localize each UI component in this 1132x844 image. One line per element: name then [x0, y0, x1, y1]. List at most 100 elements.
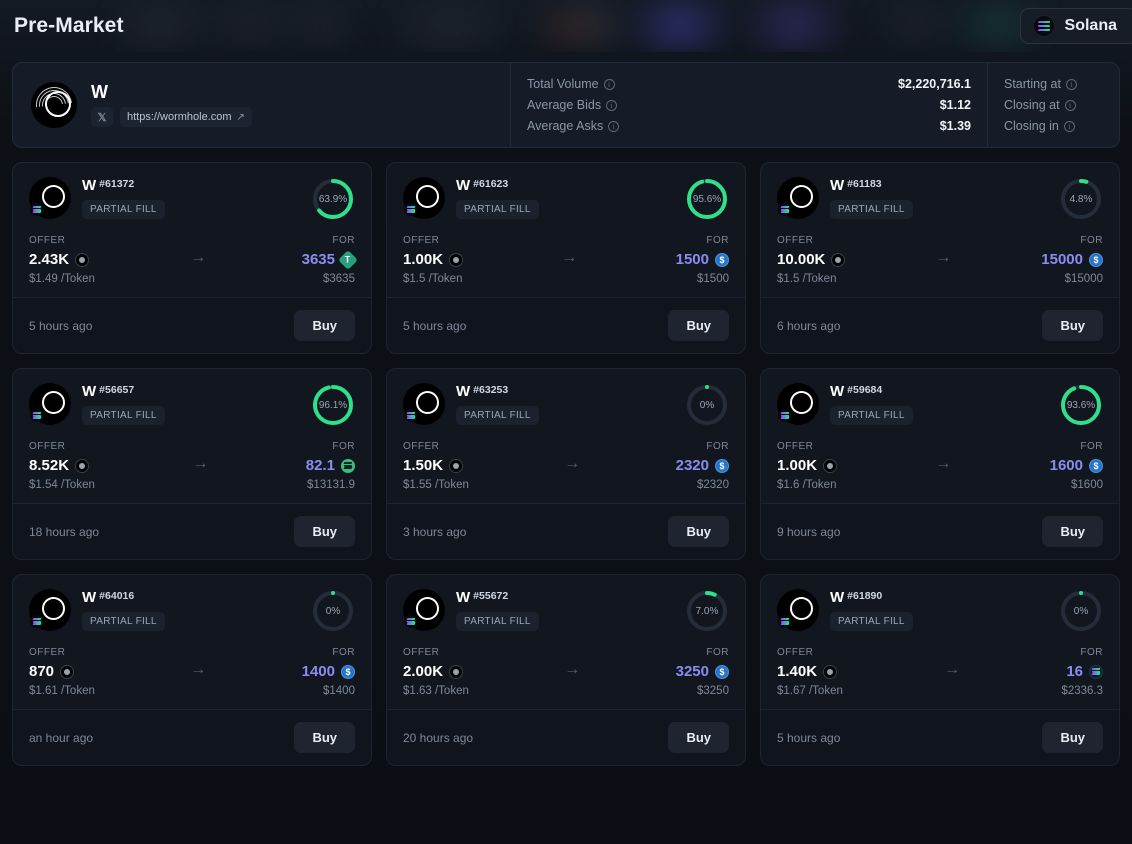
order-trade-row: OFFER 870 $1.61 /Token → FOR 1400 $ $140…: [29, 647, 355, 697]
usdc-coin-icon: $: [714, 664, 729, 679]
order-card-header: W #61183 PARTIAL FILL 4.8%: [777, 177, 1103, 221]
for-amount: 16: [1066, 663, 1083, 680]
order-card-footer: 5 hours ago Buy: [13, 297, 371, 353]
offer-label: OFFER: [29, 647, 66, 658]
offer-amount-line: 10.00K: [777, 251, 846, 268]
buy-button[interactable]: Buy: [1042, 722, 1103, 753]
offer-amount: 2.43K: [29, 251, 70, 268]
order-identity: W #56657: [82, 383, 300, 400]
fill-progress-ring: 63.9%: [311, 177, 355, 221]
solana-badge-icon: [778, 203, 791, 216]
x-twitter-icon[interactable]: 𝕏: [91, 107, 113, 127]
order-id: #61183: [847, 178, 882, 190]
for-side: FOR 16 $2336.3: [1061, 647, 1103, 697]
order-trade-row: OFFER 1.50K $1.55 /Token → FOR 2320 $ $2…: [403, 441, 729, 491]
for-amount-line: 1600 $: [1050, 457, 1103, 474]
stat-label-total-volume: Total Volume: [527, 77, 599, 91]
buy-button[interactable]: Buy: [1042, 516, 1103, 547]
arrow-right-icon: →: [944, 661, 961, 678]
order-timestamp: 9 hours ago: [777, 524, 841, 539]
order-timestamp: 3 hours ago: [403, 524, 467, 539]
for-total-price: $13131.9: [307, 479, 355, 491]
solana-badge-icon: [404, 615, 417, 628]
offer-side: OFFER 8.52K $1.54 /Token: [29, 441, 95, 491]
buy-button[interactable]: Buy: [294, 310, 355, 341]
order-card[interactable]: W #59684 PARTIAL FILL 93.6% OFFER 1.00K: [760, 368, 1120, 560]
offer-label: OFFER: [403, 235, 440, 246]
order-token-symbol: W: [82, 383, 97, 400]
order-card-footer: 6 hours ago Buy: [761, 297, 1119, 353]
chain-selector-label: Solana: [1064, 17, 1117, 34]
info-icon[interactable]: i: [608, 120, 620, 132]
page-title: Pre-Market: [14, 14, 124, 37]
fill-progress-label: 96.1%: [318, 399, 348, 411]
buy-button[interactable]: Buy: [668, 516, 729, 547]
info-icon[interactable]: i: [603, 78, 615, 90]
for-amount-line: 15000 $: [1041, 251, 1103, 268]
token-website-link[interactable]: https://wormhole.com ↗: [120, 107, 252, 127]
order-card-footer: an hour ago Buy: [13, 709, 371, 765]
arrow-right-icon: →: [935, 455, 952, 472]
market-stats-block: Total Volume i $2,220,716.1 Average Bids…: [511, 63, 1119, 147]
info-icon[interactable]: i: [1063, 120, 1075, 132]
for-amount-line: 1400 $: [302, 663, 355, 680]
for-amount-line: 1500 $: [676, 251, 729, 268]
wormhole-logo-icon: [403, 383, 445, 425]
arrow-right-icon: →: [192, 455, 209, 472]
stat-row-average-asks: Average Asks i $1.39: [527, 117, 971, 135]
buy-button[interactable]: Buy: [668, 722, 729, 753]
offer-side: OFFER 870 $1.61 /Token: [29, 647, 95, 697]
order-card[interactable]: W #63253 PARTIAL FILL 0% OFFER 1.50K $1.…: [386, 368, 746, 560]
order-card[interactable]: W #64016 PARTIAL FILL 0% OFFER 870 $1.61…: [12, 574, 372, 766]
buy-button[interactable]: Buy: [294, 516, 355, 547]
order-card-grid: W #61372 PARTIAL FILL 63.9% OFFER 2.43K: [0, 148, 1132, 780]
solana-badge-icon: [778, 615, 791, 628]
order-card[interactable]: W #61890 PARTIAL FILL 0% OFFER 1.40K $1.…: [760, 574, 1120, 766]
wormhole-logo-icon: [29, 177, 71, 219]
order-card[interactable]: W #61372 PARTIAL FILL 63.9% OFFER 2.43K: [12, 162, 372, 354]
info-icon[interactable]: i: [606, 99, 618, 111]
order-card-body: W #55672 PARTIAL FILL 7.0% OFFER 2.00K $…: [387, 575, 745, 709]
offer-unit-price: $1.5 /Token: [403, 273, 463, 285]
stat-row-total-volume: Total Volume i $2,220,716.1: [527, 75, 971, 93]
buy-button[interactable]: Buy: [668, 310, 729, 341]
offer-amount: 2.00K: [403, 663, 444, 680]
order-card[interactable]: W #61623 PARTIAL FILL 95.6% OFFER 1.00K: [386, 162, 746, 354]
buy-button[interactable]: Buy: [1042, 310, 1103, 341]
w-coin-icon: [449, 252, 464, 267]
order-card-body: W #61623 PARTIAL FILL 95.6% OFFER 1.00K: [387, 163, 745, 297]
for-side: FOR 3635 T $3635: [302, 235, 358, 285]
header-blurred-background: [0, 0, 1132, 52]
offer-label: OFFER: [29, 235, 66, 246]
chain-selector-button[interactable]: Solana: [1019, 8, 1132, 44]
stat-label-closing-at: Closing at: [1004, 98, 1060, 112]
order-card-body: W #61890 PARTIAL FILL 0% OFFER 1.40K $1.…: [761, 575, 1119, 709]
buy-button[interactable]: Buy: [294, 722, 355, 753]
order-trade-row: OFFER 1.40K $1.67 /Token → FOR 16 $2336.…: [777, 647, 1103, 697]
for-side: FOR 15000 $ $15000: [1041, 235, 1103, 285]
for-side: FOR 2320 $ $2320: [676, 441, 729, 491]
offer-side: OFFER 1.00K $1.6 /Token: [777, 441, 838, 491]
info-icon[interactable]: i: [1064, 99, 1076, 111]
fill-progress-ring: 0%: [685, 383, 729, 427]
offer-amount: 1.50K: [403, 457, 444, 474]
stat-row-closing-at: Closing at i: [1004, 96, 1103, 114]
for-label: FOR: [332, 235, 355, 246]
stat-value-average-asks: $1.39: [939, 119, 971, 133]
order-card[interactable]: W #61183 PARTIAL FILL 4.8% OFFER 10.00K: [760, 162, 1120, 354]
solana-icon: [1032, 15, 1055, 37]
offer-unit-price: $1.5 /Token: [777, 273, 837, 285]
solana-badge-icon: [30, 203, 43, 216]
order-card[interactable]: W #55672 PARTIAL FILL 7.0% OFFER 2.00K $…: [386, 574, 746, 766]
order-card-body: W #61372 PARTIAL FILL 63.9% OFFER 2.43K: [13, 163, 371, 297]
order-card-footer: 5 hours ago Buy: [761, 709, 1119, 765]
order-card[interactable]: W #56657 PARTIAL FILL 96.1% OFFER 8.52K: [12, 368, 372, 560]
order-token-symbol: W: [456, 383, 471, 400]
offer-amount: 8.52K: [29, 457, 70, 474]
order-card-body: W #64016 PARTIAL FILL 0% OFFER 870 $1.61…: [13, 575, 371, 709]
token-info-panel: W 𝕏 https://wormhole.com ↗ Total Volume …: [12, 62, 1120, 148]
app-header: Pre-Market Solana: [0, 0, 1132, 52]
usdc-coin-icon: $: [1089, 252, 1103, 267]
info-icon[interactable]: i: [1065, 78, 1077, 90]
order-trade-row: OFFER 2.43K $1.49 /Token → FOR 3635 T $3…: [29, 235, 358, 285]
